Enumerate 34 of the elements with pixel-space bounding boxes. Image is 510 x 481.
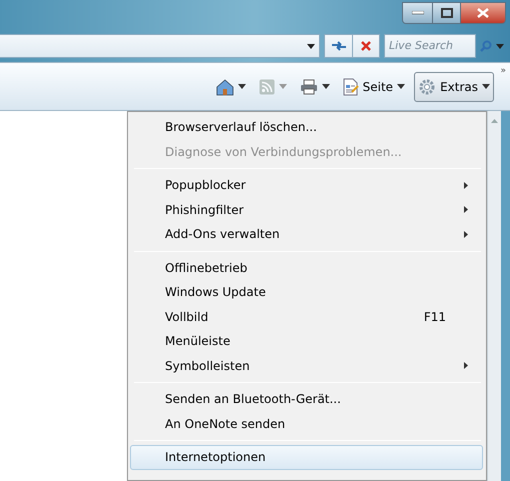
page-button[interactable]: Seite bbox=[338, 72, 410, 102]
chevron-icon[interactable]: » bbox=[500, 65, 506, 78]
search-input: Live Search bbox=[389, 38, 471, 54]
scrollbar[interactable] bbox=[487, 111, 501, 481]
menu-item[interactable]: Popupblocker bbox=[130, 173, 483, 198]
house-icon bbox=[216, 78, 234, 96]
menu-item[interactable]: Phishingfilter bbox=[130, 198, 483, 222]
menu-item[interactable]: Vollbild F11 bbox=[130, 304, 483, 329]
minimize-button[interactable] bbox=[403, 3, 433, 23]
gear-icon bbox=[418, 78, 436, 96]
shortcut-text: F11 bbox=[424, 308, 446, 326]
menu-item[interactable]: Menüleiste bbox=[130, 329, 483, 354]
maximize-icon bbox=[440, 8, 452, 18]
minimize-icon bbox=[412, 11, 424, 15]
menu-item[interactable]: Offlinebetrieb bbox=[130, 256, 483, 280]
menu-item[interactable]: An OneNote senden bbox=[130, 412, 483, 436]
maximize-button[interactable] bbox=[433, 3, 461, 23]
menu-item[interactable]: Symbolleisten bbox=[130, 354, 483, 378]
close-button[interactable] bbox=[461, 3, 505, 23]
arrows-icon bbox=[330, 40, 346, 52]
menu-item[interactable]: Add-Ons verwalten bbox=[130, 222, 483, 246]
feed-icon bbox=[258, 78, 275, 94]
close-icon bbox=[477, 8, 489, 18]
tools-button[interactable]: Extras bbox=[414, 72, 494, 102]
close-icon bbox=[360, 40, 372, 52]
search-field[interactable]: Live Search bbox=[384, 34, 476, 58]
page-icon bbox=[342, 78, 359, 96]
menu-item[interactable]: Senden an Bluetooth-Gerät... bbox=[130, 387, 483, 412]
address-field[interactable] bbox=[0, 34, 320, 58]
menu-item[interactable]: Browserverlauf löschen... bbox=[130, 115, 483, 140]
printer-icon bbox=[300, 78, 318, 94]
menu-item[interactable]: Internetoptionen bbox=[130, 445, 483, 470]
dropdown-icon[interactable] bbox=[307, 44, 315, 48]
menu-item[interactable]: Windows Update bbox=[130, 280, 483, 304]
